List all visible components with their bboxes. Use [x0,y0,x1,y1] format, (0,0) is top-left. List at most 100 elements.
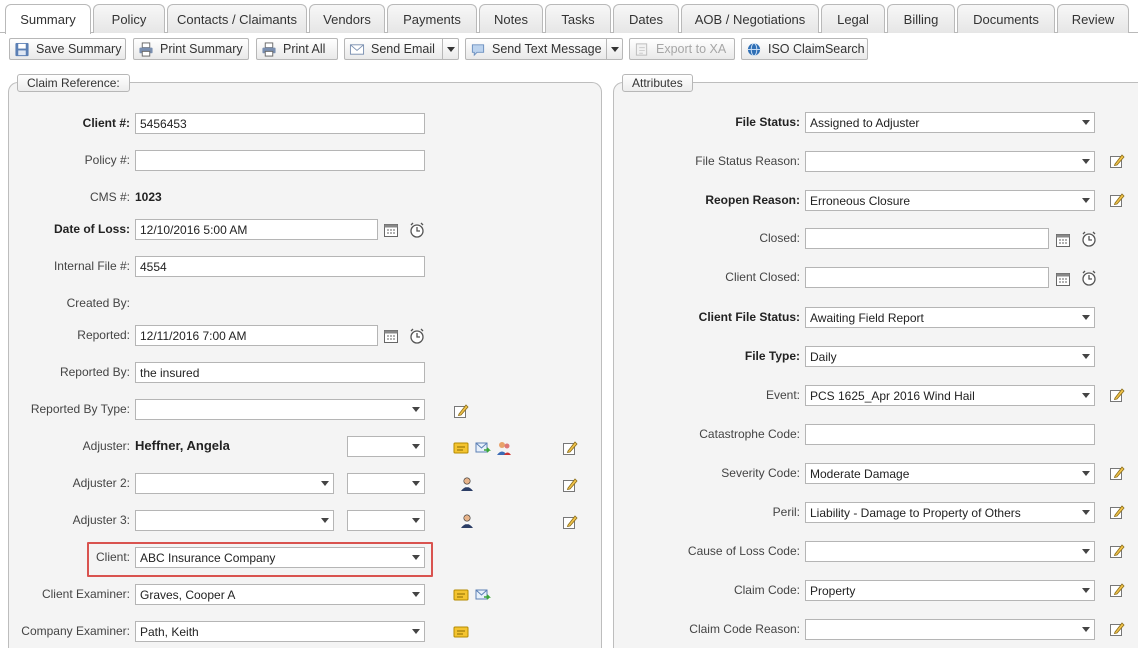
cause-of-loss-select[interactable] [805,541,1095,562]
iso-claimsearch-button[interactable]: ISO ClaimSearch [741,38,868,60]
file-status-select[interactable]: Assigned to Adjuster [805,112,1095,133]
adjuster3-role-select[interactable] [347,510,425,531]
edit-icon[interactable] [453,403,469,419]
reported-input[interactable]: 12/11/2016 7:00 AM [135,325,378,346]
send-email-button[interactable]: Send Email [344,38,459,60]
clock-icon[interactable] [409,328,425,344]
edit-icon[interactable] [562,440,578,456]
edit-icon[interactable] [1109,465,1125,481]
calendar-icon[interactable] [1055,232,1071,248]
send-text-message-button[interactable]: Send Text Message [465,38,623,60]
send-email-icon[interactable] [475,587,491,603]
date-of-loss-input[interactable]: 12/10/2016 5:00 AM [135,219,378,240]
company-examiner-select[interactable]: Path, Keith [135,621,425,642]
reported-by-type-select[interactable] [135,399,425,420]
client-select[interactable]: ABC Insurance Company [135,547,425,568]
chevron-down-icon [1078,542,1094,561]
client-examiner-value: Graves, Cooper A [140,587,236,602]
peril-select[interactable]: Liability - Damage to Property of Others [805,502,1095,523]
users-icon[interactable] [496,440,512,456]
person-icon[interactable] [459,513,475,529]
tab-review[interactable]: Review [1057,4,1129,33]
calendar-icon[interactable] [383,328,399,344]
reported-by-label: Reported By: [59,365,130,379]
file-type-select[interactable]: Daily [805,346,1095,367]
catastrophe-code-input[interactable] [805,424,1095,445]
tab-policy[interactable]: Policy [93,4,165,33]
person-icon[interactable] [459,476,475,492]
closed-input[interactable] [805,228,1049,249]
file-type-label: File Type: [744,349,800,363]
calendar-icon[interactable] [1055,271,1071,287]
clock-icon[interactable] [409,222,425,238]
calendar-icon[interactable] [383,222,399,238]
edit-icon[interactable] [1109,621,1125,637]
sticky-note-icon[interactable] [453,440,469,456]
claim-code-select[interactable]: Property [805,580,1095,601]
tab-documents[interactable]: Documents [957,4,1055,33]
adjuster2-select[interactable] [135,473,334,494]
adjuster2-role-select[interactable] [347,473,425,494]
client-closed-input[interactable] [805,267,1049,288]
chevron-down-icon [1078,191,1094,210]
send-email-dropdown[interactable] [442,39,458,59]
client-file-status-select[interactable]: Awaiting Field Report [805,307,1095,328]
reopen-reason-label: Reopen Reason: [705,193,800,207]
chevron-down-icon [408,400,424,419]
reported-by-input[interactable]: the insured [135,362,425,383]
clock-icon[interactable] [1081,231,1097,247]
sticky-note-icon[interactable] [453,587,469,603]
file-status-label: File Status: [735,115,800,129]
chevron-down-icon [446,46,455,52]
file-status-reason-select[interactable] [805,151,1095,172]
chevron-down-icon [408,437,424,456]
tab-notes[interactable]: Notes [479,4,543,33]
tab-summary[interactable]: Summary [5,4,91,34]
edit-icon[interactable] [1109,153,1125,169]
print-summary-button[interactable]: Print Summary [133,38,249,60]
tab-aob-negotiations[interactable]: AOB / Negotiations [681,4,819,33]
export-to-xa-button[interactable]: Export to XA [629,38,735,60]
tab-label: Policy [111,11,147,27]
save-summary-button[interactable]: Save Summary [9,38,126,60]
edit-icon[interactable] [1109,582,1125,598]
tab-contacts-claimants[interactable]: Contacts / Claimants [167,4,307,33]
tab-vendors[interactable]: Vendors [309,4,385,33]
edit-icon[interactable] [1109,504,1125,520]
severity-code-select[interactable]: Moderate Damage [805,463,1095,484]
print-all-label: Print All [283,42,326,56]
client-examiner-select[interactable]: Graves, Cooper A [135,584,425,605]
client-number-input[interactable]: 5456453 [135,113,425,134]
adjuster3-select[interactable] [135,510,334,531]
toolbar: Save Summary Print Summary Print All Sen… [0,33,1138,67]
tab-legal[interactable]: Legal [821,4,885,33]
edit-icon[interactable] [562,477,578,493]
chevron-down-icon [408,585,424,604]
client-value: ABC Insurance Company [140,550,276,565]
send-text-dropdown[interactable] [606,39,622,59]
save-summary-label: Save Summary [36,42,122,56]
chat-bubble-icon [471,43,485,56]
edit-icon[interactable] [1109,192,1125,208]
adjuster-role-select[interactable] [347,436,425,457]
event-select[interactable]: PCS 1625_Apr 2016 Wind Hail [805,385,1095,406]
tab-tasks[interactable]: Tasks [545,4,611,33]
edit-icon[interactable] [1109,387,1125,403]
policy-number-input[interactable] [135,150,425,171]
edit-icon[interactable] [1109,543,1125,559]
reopen-reason-select[interactable]: Erroneous Closure [805,190,1095,211]
tab-payments[interactable]: Payments [387,4,477,33]
edit-icon[interactable] [562,514,578,530]
created-by-label: Created By: [66,296,130,310]
chevron-down-icon [1078,464,1094,483]
tab-billing[interactable]: Billing [887,4,955,33]
chevron-down-icon [610,46,619,52]
tab-dates[interactable]: Dates [613,4,679,33]
sticky-note-icon[interactable] [453,624,469,640]
print-all-button[interactable]: Print All [256,38,338,60]
send-email-icon[interactable] [475,440,491,456]
claim-code-reason-select[interactable] [805,619,1095,640]
clock-icon[interactable] [1081,270,1097,286]
client-file-status-value: Awaiting Field Report [810,310,924,325]
internal-file-input[interactable]: 4554 [135,256,425,277]
